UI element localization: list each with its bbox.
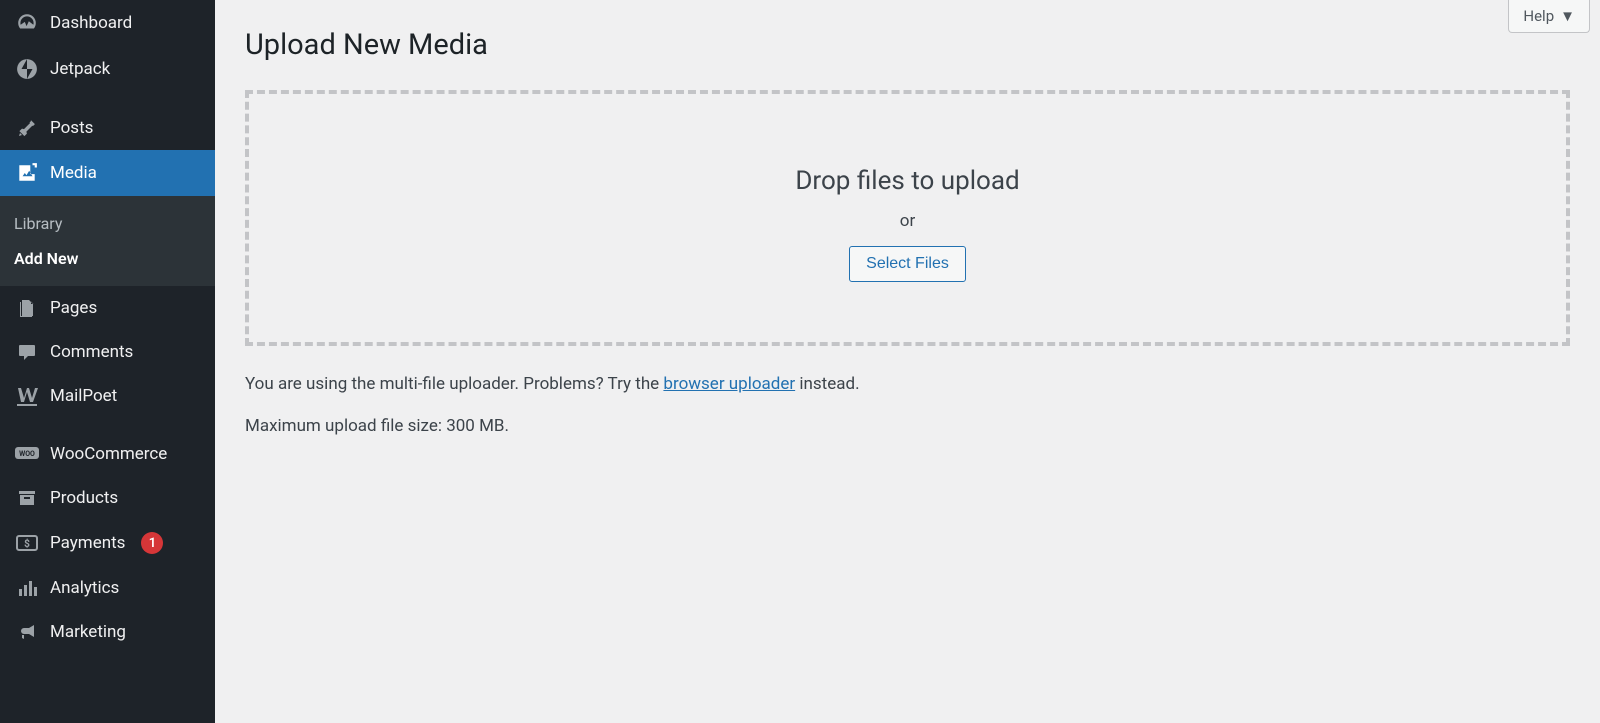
- notification-badge: 1: [141, 532, 163, 554]
- sidebar-item-label: MailPoet: [50, 386, 117, 406]
- pin-icon: [14, 118, 40, 138]
- sidebar-item-label: Jetpack: [50, 59, 110, 79]
- sidebar-item-payments[interactable]: $ Payments 1: [0, 520, 215, 566]
- drop-or-label: or: [249, 211, 1566, 231]
- sidebar-item-label: Analytics: [50, 578, 119, 598]
- sidebar-item-products[interactable]: Products: [0, 476, 215, 520]
- payments-icon: $: [14, 533, 40, 553]
- megaphone-icon: [14, 622, 40, 642]
- submenu-item-library[interactable]: Library: [0, 206, 215, 241]
- sidebar-item-dashboard[interactable]: Dashboard: [0, 0, 215, 46]
- submenu-item-add-new[interactable]: Add New: [0, 241, 215, 276]
- sidebar-item-label: Payments: [50, 533, 125, 553]
- browser-uploader-link[interactable]: browser uploader: [663, 374, 795, 394]
- sidebar-item-comments[interactable]: Comments: [0, 330, 215, 374]
- info-suffix: instead.: [795, 374, 859, 394]
- svg-text:WOO: WOO: [19, 450, 35, 458]
- help-tab-label: Help: [1523, 7, 1554, 25]
- gauge-icon: [14, 12, 40, 34]
- media-icon: [14, 162, 40, 184]
- select-files-button[interactable]: Select Files: [849, 246, 966, 282]
- drop-instruction: Drop files to upload: [249, 166, 1566, 196]
- sidebar-item-label: Products: [50, 488, 118, 508]
- menu-separator: [0, 92, 215, 106]
- upload-dropzone[interactable]: Drop files to upload or Select Files: [245, 90, 1570, 346]
- sidebar-item-label: Dashboard: [50, 13, 132, 33]
- caret-down-icon: ▼: [1560, 7, 1575, 25]
- sidebar-item-posts[interactable]: Posts: [0, 106, 215, 150]
- uploader-info: You are using the multi-file uploader. P…: [245, 374, 1570, 394]
- page-title: Upload New Media: [245, 0, 1570, 62]
- pages-icon: [14, 298, 40, 318]
- jetpack-icon: [14, 58, 40, 80]
- sidebar-item-pages[interactable]: Pages: [0, 286, 215, 330]
- sidebar-item-label: Pages: [50, 298, 97, 318]
- media-submenu: Library Add New: [0, 196, 215, 286]
- help-tab[interactable]: Help ▼: [1508, 0, 1590, 33]
- sidebar-item-label: Marketing: [50, 622, 126, 642]
- bar-chart-icon: [14, 578, 40, 598]
- comment-icon: [14, 342, 40, 362]
- woocommerce-icon: WOO: [14, 446, 40, 462]
- main-content: Help ▼ Upload New Media Drop files to up…: [215, 0, 1600, 723]
- admin-sidebar: Dashboard Jetpack Posts Media Library Ad…: [0, 0, 215, 723]
- sidebar-item-label: Media: [50, 163, 97, 183]
- sidebar-item-label: Comments: [50, 342, 133, 362]
- archive-icon: [14, 488, 40, 508]
- max-upload-size: Maximum upload file size: 300 MB.: [245, 416, 1570, 436]
- menu-separator: [0, 418, 215, 432]
- sidebar-item-label: WooCommerce: [50, 444, 167, 464]
- info-prefix: You are using the multi-file uploader. P…: [245, 374, 663, 394]
- sidebar-item-marketing[interactable]: Marketing: [0, 610, 215, 654]
- sidebar-item-jetpack[interactable]: Jetpack: [0, 46, 215, 92]
- sidebar-item-label: Posts: [50, 118, 93, 138]
- sidebar-item-mailpoet[interactable]: MailPoet: [0, 374, 215, 418]
- mailpoet-icon: [14, 386, 40, 406]
- svg-text:$: $: [24, 537, 30, 550]
- sidebar-item-analytics[interactable]: Analytics: [0, 566, 215, 610]
- sidebar-item-woocommerce[interactable]: WOO WooCommerce: [0, 432, 215, 476]
- sidebar-item-media[interactable]: Media: [0, 150, 215, 196]
